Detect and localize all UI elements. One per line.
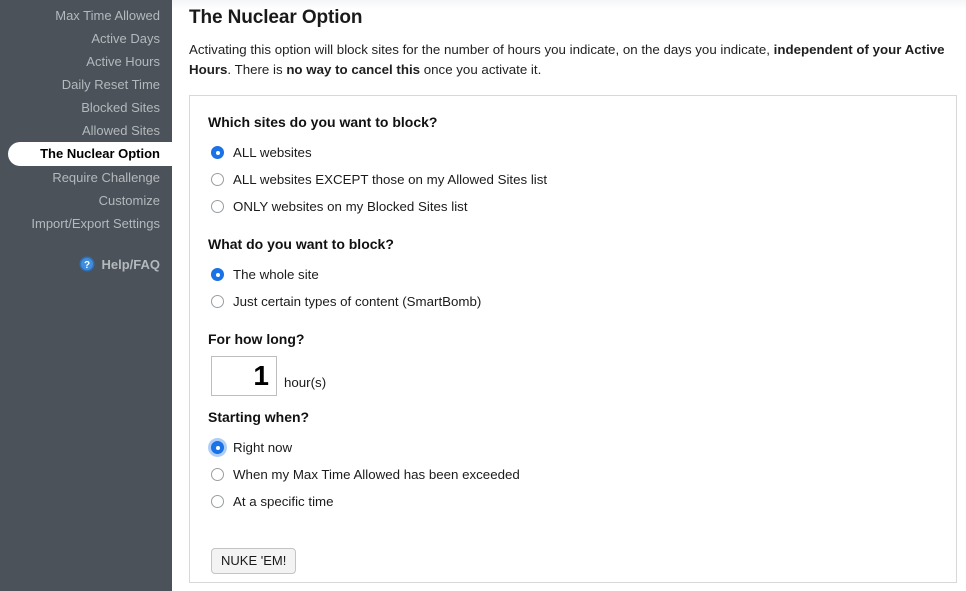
sidebar-item-max-time-allowed[interactable]: Max Time Allowed [0, 4, 172, 27]
radio-option-label: When my Max Time Allowed has been exceed… [233, 468, 520, 481]
question-block-which-sites: Which sites do you want to block? ALL we… [208, 114, 938, 220]
svg-text:?: ? [84, 260, 90, 271]
sidebar-item-allowed-sites[interactable]: Allowed Sites [0, 119, 172, 142]
nuke-em-button[interactable]: NUKE 'EM! [211, 548, 296, 574]
radio-option-label: ONLY websites on my Blocked Sites list [233, 200, 468, 213]
radio-option-row[interactable]: ONLY websites on my Blocked Sites list [208, 193, 938, 220]
duration-row: hour(s) [208, 356, 938, 396]
radio-button[interactable] [211, 146, 224, 159]
sidebar-item-daily-reset-time[interactable]: Daily Reset Time [0, 73, 172, 96]
radio-option-row[interactable]: The whole site [208, 261, 938, 288]
radio-option-row[interactable]: ALL websites EXCEPT those on my Allowed … [208, 166, 938, 193]
radio-button[interactable] [211, 441, 224, 454]
radio-option-label: Just certain types of content (SmartBomb… [233, 295, 481, 308]
sidebar-item-the-nuclear-option[interactable]: The Nuclear Option [8, 142, 172, 166]
sidebar-item-active-days[interactable]: Active Days [0, 27, 172, 50]
radio-button[interactable] [211, 200, 224, 213]
page-title: The Nuclear Option [172, 0, 966, 29]
radio-option-row[interactable]: Right now [208, 434, 938, 461]
radio-button[interactable] [211, 173, 224, 186]
radio-option-row[interactable]: Just certain types of content (SmartBomb… [208, 288, 938, 315]
radio-option-label: ALL websites [233, 146, 312, 159]
sidebar-item-require-challenge[interactable]: Require Challenge [0, 166, 172, 189]
radio-option-label: Right now [233, 441, 292, 454]
intro-part-3: once you activate it. [420, 62, 541, 77]
help-circle-icon: ? [79, 256, 95, 272]
radio-option-row[interactable]: ALL websites [208, 139, 938, 166]
radio-button[interactable] [211, 268, 224, 281]
radio-group-which-sites: ALL websites ALL websites EXCEPT those on… [208, 139, 938, 220]
radio-option-label: At a specific time [233, 495, 334, 508]
intro-bold-2: no way to cancel this [286, 62, 420, 77]
radio-group-what-to-block: The whole site Just certain types of cont… [208, 261, 938, 315]
question-title-which-sites: Which sites do you want to block? [208, 114, 938, 130]
intro-part-1: Activating this option will block sites … [189, 42, 774, 57]
sidebar: Max Time AllowedActive DaysActive HoursD… [0, 0, 172, 591]
question-block-what-to-block: What do you want to block? The whole sit… [208, 236, 938, 315]
sidebar-item-help-faq-label: Help/FAQ [101, 257, 160, 272]
duration-unit-label: hour(s) [284, 375, 326, 396]
radio-button[interactable] [211, 468, 224, 481]
question-title-starting-when: Starting when? [208, 409, 938, 425]
sidebar-item-help-faq[interactable]: ? Help/FAQ [0, 253, 172, 275]
sidebar-item-import-export-settings[interactable]: Import/Export Settings [0, 212, 172, 235]
main-content: The Nuclear Option Activating this optio… [172, 0, 966, 591]
radio-option-row[interactable]: When my Max Time Allowed has been exceed… [208, 461, 938, 488]
sidebar-item-customize[interactable]: Customize [0, 189, 172, 212]
sidebar-item-active-hours[interactable]: Active Hours [0, 50, 172, 73]
sidebar-nav-list: Max Time AllowedActive DaysActive HoursD… [0, 4, 172, 235]
nuclear-option-panel: Which sites do you want to block? ALL we… [189, 95, 957, 583]
question-block-duration: For how long? hour(s) [208, 331, 938, 396]
question-block-starting-when: Starting when? Right now When my Max Time… [208, 409, 938, 515]
radio-group-starting-when: Right now When my Max Time Allowed has be… [208, 434, 938, 515]
question-title-what-to-block: What do you want to block? [208, 236, 938, 252]
page-description: Activating this option will block sites … [172, 29, 966, 80]
radio-option-label: ALL websites EXCEPT those on my Allowed … [233, 173, 547, 186]
radio-button[interactable] [211, 295, 224, 308]
duration-input[interactable] [211, 356, 277, 396]
intro-part-2: . There is [227, 62, 286, 77]
radio-option-row[interactable]: At a specific time [208, 488, 938, 515]
radio-button[interactable] [211, 495, 224, 508]
radio-option-label: The whole site [233, 268, 319, 281]
sidebar-item-blocked-sites[interactable]: Blocked Sites [0, 96, 172, 119]
question-title-duration: For how long? [208, 331, 938, 347]
